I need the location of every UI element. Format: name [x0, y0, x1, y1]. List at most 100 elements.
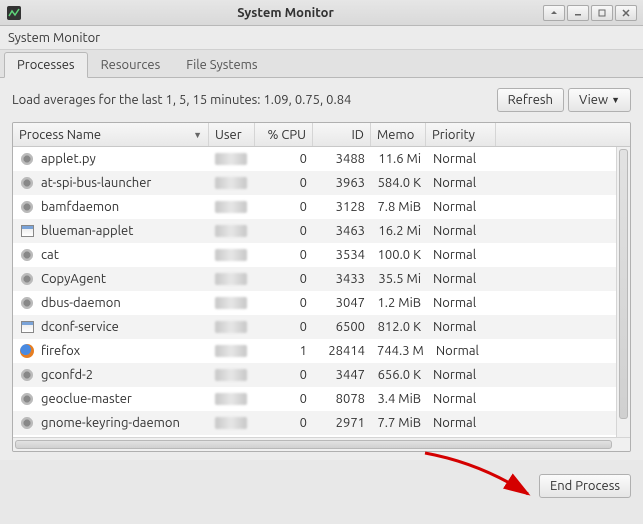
priority-value: Normal — [427, 368, 497, 382]
content-area: Load averages for the last 1, 5, 15 minu… — [0, 78, 643, 460]
gear-icon — [19, 199, 35, 215]
memory-value: 812.0 K — [371, 320, 427, 334]
table-row[interactable]: CopyAgent0343335.5 MiNormal — [13, 267, 630, 291]
user-blurred — [215, 201, 247, 213]
priority-value: Normal — [427, 224, 497, 238]
memory-value: 744.3 M — [371, 344, 430, 358]
process-name-label: geoclue-master — [41, 392, 132, 406]
memory-value: 3.4 MiB — [371, 392, 427, 406]
table-row[interactable]: bamfdaemon031287.8 MiBNormal — [13, 195, 630, 219]
cpu-value: 0 — [255, 152, 313, 166]
pid-value: 2971 — [313, 416, 371, 430]
gear-icon — [19, 151, 35, 167]
tabs-row: Processes Resources File Systems — [0, 50, 643, 78]
process-name-label: applet.py — [41, 152, 96, 166]
process-name-label: dconf-service — [41, 320, 119, 334]
pid-value: 8078 — [313, 392, 371, 406]
pid-value: 3047 — [313, 296, 371, 310]
scrollbar-thumb[interactable] — [619, 149, 628, 419]
app-icon — [6, 5, 22, 21]
process-name-label: gconfd-2 — [41, 368, 93, 382]
gear-icon — [19, 271, 35, 287]
pid-value: 3433 — [313, 272, 371, 286]
window-title: System Monitor — [28, 6, 543, 20]
cpu-value: 0 — [255, 320, 313, 334]
col-id[interactable]: ID — [313, 123, 371, 146]
gear-icon — [19, 175, 35, 191]
view-button[interactable]: View▼ — [568, 88, 631, 112]
user-blurred — [215, 249, 247, 261]
table-row[interactable]: cat03534100.0 KNormal — [13, 243, 630, 267]
titlebar: System Monitor — [0, 0, 643, 26]
menubar[interactable]: System Monitor — [0, 26, 643, 50]
pid-value: 3447 — [313, 368, 371, 382]
table-row[interactable]: gnome-keyring-daemon029717.7 MiBNormal — [13, 411, 630, 435]
hscroll-thumb[interactable] — [15, 440, 612, 449]
process-name-label: bamfdaemon — [41, 200, 119, 214]
user-blurred — [215, 153, 247, 165]
table-row[interactable]: applet.py 0348811.6 MiNormal — [13, 147, 630, 171]
table-row[interactable]: dbus-daemon030471.2 MiBNormal — [13, 291, 630, 315]
cpu-value: 0 — [255, 248, 313, 262]
tab-resources[interactable]: Resources — [88, 52, 174, 78]
pid-value: 3488 — [313, 152, 371, 166]
table-row[interactable]: geoclue-master080783.4 MiBNormal — [13, 387, 630, 411]
priority-value: Normal — [427, 248, 497, 262]
gear-icon — [19, 247, 35, 263]
gear-icon — [19, 367, 35, 383]
memory-value: 7.7 MiB — [371, 416, 427, 430]
vertical-scrollbar[interactable] — [616, 147, 630, 437]
col-process-name[interactable]: Process Name▼ — [13, 123, 209, 146]
pid-value: 3963 — [313, 176, 371, 190]
col-user[interactable]: User — [209, 123, 255, 146]
cpu-value: 0 — [255, 272, 313, 286]
memory-value: 100.0 K — [371, 248, 427, 262]
table-row[interactable]: blueman-applet0346316.2 MiNormal — [13, 219, 630, 243]
cpu-value: 0 — [255, 416, 313, 430]
app-menu[interactable]: System Monitor — [8, 31, 100, 45]
view-button-label: View — [579, 93, 608, 107]
priority-value: Normal — [427, 296, 497, 310]
process-name-label: CopyAgent — [41, 272, 106, 286]
table-row[interactable]: firefox128414744.3 MNormal — [13, 339, 630, 363]
cpu-value: 0 — [255, 296, 313, 310]
user-blurred — [215, 177, 247, 189]
priority-value: Normal — [427, 416, 497, 430]
tab-processes[interactable]: Processes — [4, 52, 88, 78]
col-blank — [496, 123, 630, 146]
close-button[interactable] — [615, 5, 637, 21]
user-blurred — [215, 369, 247, 381]
table-row[interactable]: gconfd-203447656.0 KNormal — [13, 363, 630, 387]
cpu-value: 1 — [255, 344, 313, 358]
col-cpu[interactable]: % CPU — [255, 123, 313, 146]
col-memo[interactable]: Memo — [371, 123, 426, 146]
refresh-button[interactable]: Refresh — [497, 88, 564, 112]
minimize-button[interactable] — [567, 5, 589, 21]
maximize-button[interactable] — [591, 5, 613, 21]
gear-icon — [19, 391, 35, 407]
process-name-label: firefox — [41, 344, 80, 358]
process-name-label: dbus-daemon — [41, 296, 121, 310]
tab-file-systems[interactable]: File Systems — [173, 52, 270, 78]
chevron-down-icon: ▼ — [611, 95, 620, 105]
memory-value: 35.5 Mi — [371, 272, 427, 286]
cpu-value: 0 — [255, 392, 313, 406]
user-blurred — [215, 393, 247, 405]
table-row[interactable]: at-spi-bus-launcher03963584.0 KNormal — [13, 171, 630, 195]
cpu-value: 0 — [255, 368, 313, 382]
table-row[interactable]: dconf-service06500812.0 KNormal — [13, 315, 630, 339]
process-table: Process Name▼ User % CPU ID Memo Priorit… — [12, 122, 631, 452]
col-priority[interactable]: Priority — [426, 123, 496, 146]
end-process-button[interactable]: End Process — [539, 474, 631, 498]
horizontal-scrollbar[interactable] — [13, 437, 630, 451]
user-blurred — [215, 225, 247, 237]
collapse-button[interactable] — [543, 5, 565, 21]
priority-value: Normal — [427, 320, 497, 334]
priority-value: Normal — [427, 152, 497, 166]
process-name-label: blueman-applet — [41, 224, 133, 238]
table-body: applet.py0348811.6 MiNormalat-spi-bus-la… — [13, 147, 630, 437]
user-blurred — [215, 345, 247, 357]
window-icon — [19, 319, 35, 335]
memory-value: 11.6 Mi — [371, 152, 427, 166]
process-name-label: at-spi-bus-launcher — [41, 176, 151, 190]
